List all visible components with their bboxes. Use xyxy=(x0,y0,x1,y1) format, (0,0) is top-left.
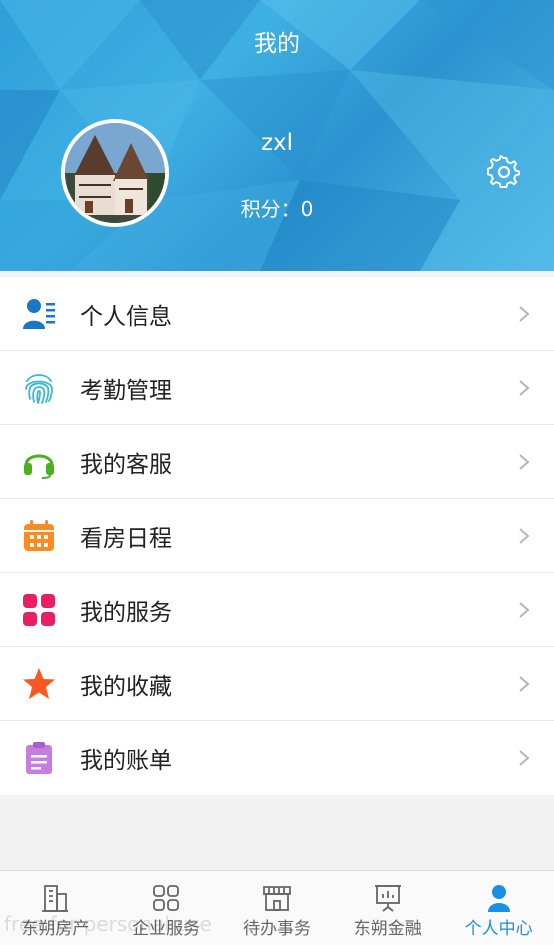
user-card-icon xyxy=(23,299,55,329)
menu-item-label: 我的收藏 xyxy=(80,673,172,700)
tab-finance[interactable]: 东朔金融 xyxy=(332,871,443,945)
chevron-right-icon xyxy=(519,380,530,396)
menu-item-favorites[interactable]: 我的收藏 xyxy=(0,647,554,721)
presentation-icon xyxy=(374,885,401,912)
clipboard-icon xyxy=(26,742,52,774)
tab-label: 个人中心 xyxy=(464,919,533,939)
tab-enterprise-services[interactable]: 企业服务 xyxy=(111,871,222,945)
menu-item-personal-info[interactable]: 个人信息 xyxy=(0,277,554,351)
chevron-right-icon xyxy=(519,306,530,322)
star-icon xyxy=(23,668,55,699)
tab-personal-center[interactable]: 个人中心 xyxy=(443,871,554,945)
tab-real-estate[interactable]: 东朔房产 xyxy=(0,871,111,945)
calendar-icon xyxy=(24,520,54,551)
building-icon xyxy=(42,885,69,912)
tab-label: 企业服务 xyxy=(132,919,201,939)
menu-item-bills[interactable]: 我的账单 xyxy=(0,721,554,795)
profile-page: 我的 zxl 积分：0 个人信息 考勤管理 我的客服 看房日程 我的服务 我的收… xyxy=(0,0,554,945)
profile-header: 我的 zxl 积分：0 xyxy=(0,0,554,271)
menu-item-label: 我的账单 xyxy=(80,748,172,774)
menu-item-label: 看房日程 xyxy=(80,525,172,552)
menu-list: 个人信息 考勤管理 我的客服 看房日程 我的服务 我的收藏 我的账单 xyxy=(0,277,554,795)
tab-label: 东朔房产 xyxy=(21,919,90,939)
menu-item-viewing-schedule[interactable]: 看房日程 xyxy=(0,499,554,573)
menu-item-label: 我的客服 xyxy=(80,451,172,478)
tab-pending-tasks[interactable]: 待办事务 xyxy=(222,871,333,945)
grid-outline-icon xyxy=(153,885,180,911)
chevron-right-icon xyxy=(519,454,530,470)
gear-icon xyxy=(487,155,520,188)
bottom-tab-bar: 东朔房产 企业服务 待办事务 东朔金融 个人中心 xyxy=(0,870,554,945)
settings-button[interactable] xyxy=(487,155,521,189)
headset-icon xyxy=(24,454,54,479)
username: zxl xyxy=(260,130,294,156)
menu-item-attendance[interactable]: 考勤管理 xyxy=(0,351,554,425)
menu-item-my-services[interactable]: 我的服务 xyxy=(0,573,554,647)
chevron-right-icon xyxy=(519,602,530,618)
person-icon xyxy=(487,885,510,912)
menu-item-label: 考勤管理 xyxy=(80,377,172,404)
chevron-right-icon xyxy=(519,676,530,692)
menu-item-label: 个人信息 xyxy=(80,303,172,330)
chevron-right-icon xyxy=(519,750,530,766)
tab-label: 待办事务 xyxy=(242,919,311,939)
store-icon xyxy=(263,886,291,911)
tab-label: 东朔金融 xyxy=(353,919,422,939)
grid-icon xyxy=(23,594,55,626)
page-title: 我的 xyxy=(254,31,300,57)
menu-item-customer-service[interactable]: 我的客服 xyxy=(0,425,554,499)
menu-item-label: 我的服务 xyxy=(80,599,172,626)
points-label: 积分：0 xyxy=(240,197,314,221)
chevron-right-icon xyxy=(519,528,530,544)
fingerprint-icon xyxy=(25,374,53,404)
